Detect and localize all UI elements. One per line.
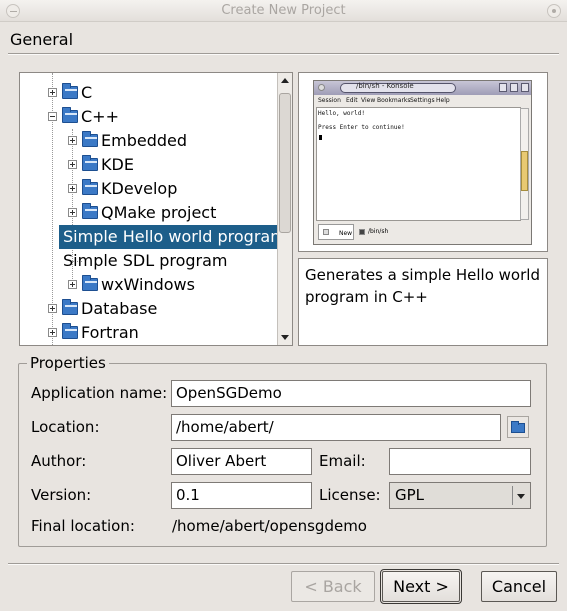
final-location-label: Final location: [31,517,135,535]
application-name-input[interactable]: OpenSGDemo [171,380,531,407]
tree-item-qmake-project[interactable]: QMake project [20,201,277,225]
license-label: License: [319,486,381,504]
email-input[interactable] [389,448,531,475]
expand-icon[interactable] [68,160,77,169]
location-label: Location: [31,418,100,436]
author-input[interactable]: Oliver Abert [171,448,312,475]
next-button[interactable]: Next > [380,569,462,604]
konsole-menubar: Session Edit View Bookmarks Settings Hel… [314,95,531,106]
expand-icon[interactable] [48,88,57,97]
konsole-titlebar: /bin/sh - Konsole [314,81,531,95]
expand-icon[interactable] [48,328,57,337]
collapse-icon[interactable] [48,112,57,121]
tree-item-wxwindows[interactable]: wxWindows [20,273,277,297]
expand-icon[interactable] [68,184,77,193]
konsole-menu-item: View [361,97,376,104]
template-description: Generates a simple Hello world program i… [298,258,548,346]
tree-item-cpp[interactable]: C++ [20,105,277,129]
back-button[interactable]: < Back [291,571,375,602]
konsole-title: /bin/sh - Konsole [356,82,414,90]
project-type-tree[interactable]: C C++ Embedded KDE KDevelop QMake projec… [19,72,293,346]
expand-icon[interactable] [68,280,77,289]
tree-item-fortran[interactable]: Fortran [20,321,277,345]
final-location-value: /home/abert/opensgdemo [172,517,367,535]
folder-icon [82,275,98,291]
license-value: GPL [395,486,425,504]
terminal-cursor [319,135,322,140]
chevron-down-icon [517,494,525,499]
version-label: Version: [31,486,92,504]
konsole-tabbar: New /bin/sh [316,222,529,242]
close-icon [521,83,529,92]
konsole-scrollbar [520,108,529,220]
cancel-button[interactable]: Cancel [481,571,557,602]
scroll-up-button[interactable] [278,73,292,89]
folder-icon [82,155,98,171]
konsole-menu-item: Help [436,97,450,104]
folder-icon [82,203,98,219]
konsole-menu-item: Session [318,97,341,104]
konsole-menu-item: Bookmarks [377,97,411,104]
browse-location-button[interactable] [507,416,529,438]
folder-icon [62,323,78,339]
tree-item-kdevelop[interactable]: KDevelop [20,177,277,201]
application-name-label: Application name: [31,384,168,402]
konsole-new-tab-button: New [318,224,354,240]
footer-divider [8,563,559,565]
terminal-line: Hello, world! [318,110,365,117]
tree-item-c[interactable]: C [20,81,277,105]
location-input[interactable]: /home/abert/ [171,414,501,441]
terminal-line: Press Enter to continue! [318,124,405,131]
window-close-icon[interactable] [547,4,561,18]
tree-item-simple-hello-world[interactable]: Simple Hello world program [20,225,277,249]
email-label: Email: [319,452,366,470]
tree-list: C C++ Embedded KDE KDevelop QMake projec… [20,73,277,345]
tree-item-simple-sdl[interactable]: Simple SDL program [20,249,277,273]
maximize-icon [510,83,518,92]
terminal-icon [359,229,365,235]
version-input[interactable]: 0.1 [171,482,312,509]
expand-icon[interactable] [68,136,77,145]
license-select[interactable]: GPL [389,482,531,509]
expand-icon[interactable] [68,208,77,217]
arrow-up-icon [281,78,289,83]
folder-icon [62,83,78,99]
konsole-menu-item: Edit [346,97,358,104]
scroll-down-button[interactable] [278,329,292,345]
template-preview: /bin/sh - Konsole Session Edit View Book… [298,72,548,252]
konsole-menu-item: Settings [410,97,435,104]
new-tab-icon [323,229,329,235]
preview-konsole-screenshot: /bin/sh - Konsole Session Edit View Book… [313,80,532,245]
arrow-down-icon [281,335,289,340]
page-title: General [10,30,74,49]
expand-icon[interactable] [48,304,57,313]
folder-icon [82,179,98,195]
header-divider [8,53,559,55]
tree-item-kde[interactable]: KDE [20,153,277,177]
open-folder-icon [511,421,525,433]
window-title: Create New Project [221,3,346,18]
folder-icon [62,299,78,315]
konsole-menu-icon [318,84,325,91]
folder-icon [82,131,98,147]
tree-scrollbar[interactable] [277,73,292,345]
window-titlebar: Create New Project [0,0,567,22]
konsole-tab: /bin/sh [358,225,394,239]
tree-item-embedded[interactable]: Embedded [20,129,277,153]
folder-open-icon [62,107,78,123]
author-label: Author: [31,452,87,470]
scrollbar-thumb[interactable] [279,93,291,233]
minimize-icon [499,83,507,92]
konsole-terminal: Hello, world! Press Enter to continue! [316,107,521,221]
properties-legend: Properties [27,354,109,372]
tree-item-database[interactable]: Database [20,297,277,321]
